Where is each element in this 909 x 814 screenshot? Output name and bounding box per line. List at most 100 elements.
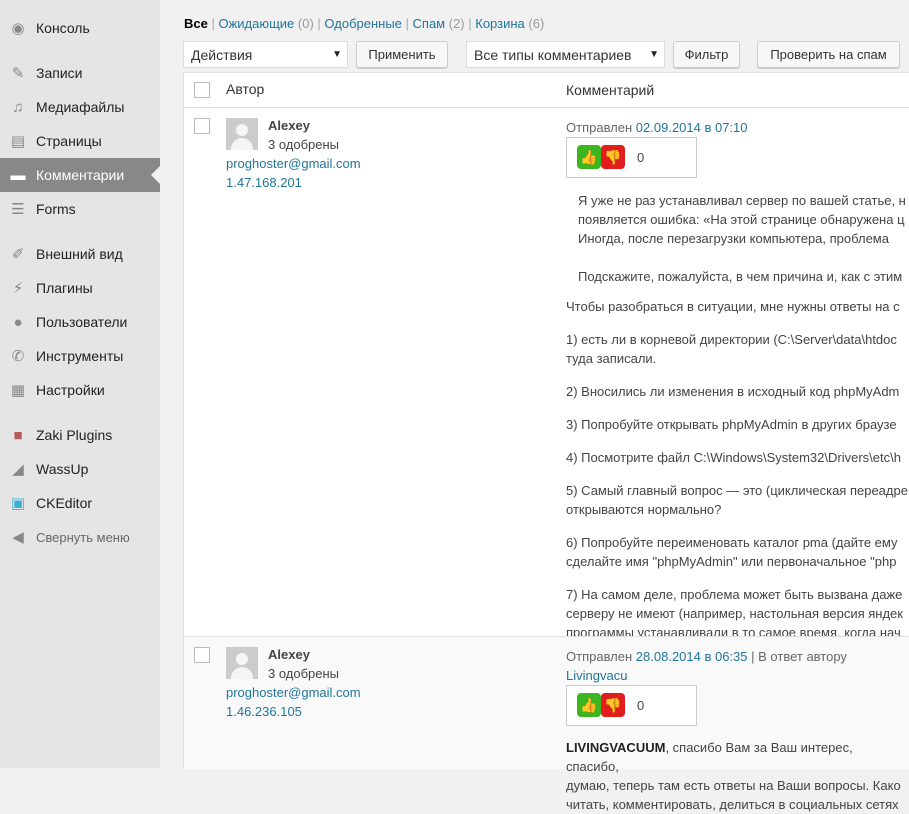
sent-label: Отправлен <box>566 649 633 664</box>
collapse-arrow-icon: ◀ <box>12 529 24 546</box>
author-email[interactable]: proghoster@gmail.com <box>226 156 361 171</box>
media-icon: ♫ <box>12 98 24 116</box>
author-email[interactable]: proghoster@gmail.com <box>226 685 361 700</box>
filter-trash[interactable]: Корзина (6) <box>475 16 544 31</box>
comment-date-link[interactable]: 28.08.2014 в 06:35 <box>636 649 748 664</box>
thumbs-down-icon[interactable]: 👎 <box>601 145 625 169</box>
sidebar-item-wassup[interactable]: ◢ WassUp <box>0 452 160 486</box>
sidebar-item-консоль[interactable]: ◉ Консоль <box>0 11 160 45</box>
row-checkbox[interactable] <box>194 118 210 134</box>
sidebar-item-label: Настройки <box>36 382 105 398</box>
comment-type-value: Все типы комментариев <box>474 46 632 63</box>
sidebar-item-label: Пользователи <box>36 314 128 330</box>
vote-count: 0 <box>637 150 645 165</box>
row-checkbox[interactable] <box>194 647 210 663</box>
comment-type-select[interactable]: Все типы комментариев ▼ <box>466 41 665 68</box>
sidebar-item-zaki-plugins[interactable]: ■ Zaki Plugins <box>0 418 160 452</box>
vote-box: 👍 👎 0 <box>566 137 697 178</box>
comment-date-link[interactable]: 02.09.2014 в 07:10 <box>636 120 748 135</box>
thumbs-up-icon[interactable]: 👍 <box>577 145 601 169</box>
sidebar-item-инструменты[interactable]: ✆ Инструменты <box>0 339 160 373</box>
approved-count: 3 одобрены <box>268 666 340 681</box>
collapse-menu-label: Свернуть меню <box>36 529 130 545</box>
sidebar-item-настройки[interactable]: ▦ Настройки <box>0 373 160 407</box>
chart-icon: ◢ <box>12 461 24 478</box>
body-paragraph: 6) Попробуйте переименовать каталог pma … <box>566 535 898 569</box>
sidebar-item-ckeditor[interactable]: ▣ CKEditor <box>0 486 160 520</box>
ckeditor-icon: ▣ <box>10 495 26 512</box>
sidebar-item-комментарии[interactable]: ▬ Комментарии <box>0 158 160 192</box>
sidebar-item-записи[interactable]: ✎ Записи <box>0 56 160 90</box>
thumbs-down-icon[interactable]: 👎 <box>601 693 625 717</box>
apply-button[interactable]: Применить <box>356 41 448 68</box>
reply-prefix: | В ответ автору <box>751 649 847 664</box>
filter-spam[interactable]: Спам (2) <box>413 16 465 31</box>
filter-button[interactable]: Фильтр <box>673 41 740 68</box>
sidebar-item-пользователи[interactable]: ● Пользователи <box>0 305 160 339</box>
bulk-actions-value: Действия <box>191 46 253 63</box>
sidebar-item-плагины[interactable]: ⚡ Плагины <box>0 271 160 305</box>
bulk-actions-select[interactable]: Действия ▼ <box>183 41 348 68</box>
sidebar-item-label: WassUp <box>36 461 89 477</box>
author-ip[interactable]: 1.47.168.201 <box>226 175 302 190</box>
filter-pending-label: Ожидающие <box>218 16 295 31</box>
brush-icon: ✐ <box>11 246 25 263</box>
body-paragraph: Чтобы разобраться в ситуации, мне нужны … <box>566 299 900 314</box>
comment-row: Alexey 3 одобрены proghoster@gmail.com 1… <box>184 636 909 812</box>
plugin-icon: ⚡ <box>12 280 24 297</box>
body-paragraph: 4) Посмотрите файл C:\Windows\System32\D… <box>566 450 901 465</box>
body-paragraph: 5) Самый главный вопрос — это (циклическ… <box>566 483 908 517</box>
comment-column: Отправлен 02.09.2014 в 07:10 👍 👎 0 Я уже… <box>566 118 908 642</box>
sidebar-item-label: Страницы <box>36 133 102 149</box>
body-paragraph: 1) есть ли в корневой директории (C:\Ser… <box>566 332 897 366</box>
author-ip[interactable]: 1.46.236.105 <box>226 704 302 719</box>
filter-spam-label: Спам <box>412 16 446 31</box>
filter-spam-count: (2) <box>448 16 465 31</box>
sidebar-item-label: Forms <box>36 201 76 217</box>
body-paragraph: 3) Попробуйте открывать phpMyAdmin в дру… <box>566 417 897 432</box>
sidebar-item-label: CKEditor <box>36 495 93 511</box>
collapse-menu-button[interactable]: ◀ Свернуть меню <box>0 520 160 554</box>
comments-table: Автор Комментарий Alexey 3 одобрены prog… <box>183 72 909 812</box>
filter-trash-count: (6) <box>528 16 545 31</box>
sidebar-item-label: Zaki Plugins <box>36 427 113 443</box>
comment-meta: Отправлен 28.08.2014 в 06:35 | В ответ а… <box>566 647 908 685</box>
comment-meta: Отправлен 02.09.2014 в 07:10 <box>566 118 908 137</box>
comment-icon: ▬ <box>10 166 26 184</box>
settings-icon: ▦ <box>10 382 26 399</box>
sidebar-item-forms[interactable]: ☰ Forms <box>0 192 160 226</box>
sidebar-item-страницы[interactable]: ▤ Страницы <box>0 124 160 158</box>
dropdown-arrow-icon: ▼ <box>646 49 659 60</box>
comment-body: LIVINGVACUUM, спасибо Вам за Ваш интерес… <box>566 738 908 814</box>
comment-status-filter: Все | Ожидающие (0) | Одобренные | Спам … <box>184 16 545 31</box>
quote-line: Я уже не раз устанавливал сервер по ваше… <box>578 193 906 208</box>
filter-all[interactable]: Все <box>184 16 208 31</box>
vote-count: 0 <box>637 698 645 713</box>
sidebar-item-внешний-вид[interactable]: ✐ Внешний вид <box>0 237 160 271</box>
quote-line: появляется ошибка: «На этой странице обн… <box>578 212 905 227</box>
body-paragraph: 7) На самом деле, проблема может быть вы… <box>566 587 903 640</box>
sidebar-item-label: Внешний вид <box>36 246 123 262</box>
thumbs-up-icon[interactable]: 👍 <box>577 693 601 717</box>
sent-label: Отправлен <box>566 120 633 135</box>
filter-approved[interactable]: Одобренные <box>324 16 401 31</box>
sidebar-item-label: Консоль <box>36 20 90 36</box>
comment-body: Чтобы разобраться в ситуации, мне нужны … <box>566 297 908 642</box>
body-paragraph: 2) Вносились ли изменения в исходный код… <box>566 384 900 399</box>
reply-to-link[interactable]: Livingvacu <box>566 668 627 683</box>
avatar <box>226 118 258 150</box>
filter-pending[interactable]: Ожидающие (0) <box>218 16 313 31</box>
dropdown-arrow-icon: ▼ <box>329 49 342 60</box>
wrench-icon: ✆ <box>11 348 25 365</box>
quote-line: Подскажите, пожалуйста, в чем причина и,… <box>578 269 903 284</box>
comment-quote: Я уже не раз устанавливал сервер по ваше… <box>566 191 908 286</box>
sidebar-item-label: Записи <box>36 65 83 81</box>
vote-box: 👍 👎 0 <box>566 685 697 726</box>
select-all-checkbox[interactable] <box>194 82 210 98</box>
column-author[interactable]: Автор <box>226 81 264 97</box>
admin-sidebar: ◉ Консоль ✎ Записи ♫ Медиафайлы ▤ Страницы ▬ Комм… <box>0 0 160 768</box>
check-spam-button[interactable]: Проверить на спам <box>757 41 900 68</box>
body-line: думаю, теперь там есть ответы на Ваши во… <box>566 778 901 793</box>
quote-line: Иногда, после перезагрузки компьютера, п… <box>578 231 889 246</box>
sidebar-item-медиафайлы[interactable]: ♫ Медиафайлы <box>0 90 160 124</box>
